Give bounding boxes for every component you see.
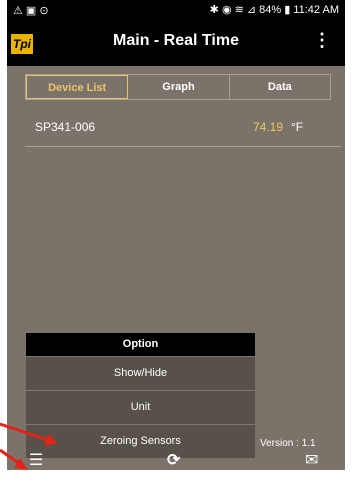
tab-graph[interactable]: Graph: [128, 75, 230, 99]
tab-bar: Device List Graph Data: [25, 74, 331, 100]
refresh-icon[interactable]: ⟳: [167, 452, 180, 470]
menu-item-show-hide[interactable]: Show/Hide: [26, 356, 255, 390]
status-right-info: ✱ ◉ ≋ ⊿ 84% ▮ 11:42 AM: [209, 4, 339, 16]
device-reading-unit: °F: [291, 120, 304, 134]
menu-list-icon[interactable]: ☰: [29, 452, 43, 470]
bottom-bar: ☰ ⟳ ✉: [7, 452, 345, 470]
tab-device-list[interactable]: Device List: [26, 75, 129, 99]
status-left-icons: ⚠ ▣ ⊙: [13, 4, 49, 17]
page-title: Main - Real Time: [113, 32, 239, 49]
overflow-menu-icon[interactable]: ⋮: [313, 30, 331, 51]
status-bar: ⚠ ▣ ⊙ ✱ ◉ ≋ ⊿ 84% ▮ 11:42 AM: [7, 0, 345, 20]
option-menu: Option Show/Hide Unit Zeroing Sensors: [26, 333, 255, 458]
menu-item-unit[interactable]: Unit: [26, 390, 255, 424]
tab-data[interactable]: Data: [230, 75, 330, 99]
mail-icon[interactable]: ✉: [305, 452, 318, 470]
app-bar: Tpi Main - Real Time ⋮: [7, 20, 345, 66]
device-list-item[interactable]: SP341-006 74.19 °F: [25, 110, 341, 147]
phone-screen: ⚠ ▣ ⊙ ✱ ◉ ≋ ⊿ 84% ▮ 11:42 AM Tpi Main - …: [7, 0, 345, 470]
device-reading-value: 74.19: [253, 120, 284, 134]
version-label: Version : 1.1: [260, 438, 316, 449]
device-name: SP341-006: [35, 120, 96, 134]
option-menu-header: Option: [26, 333, 255, 356]
